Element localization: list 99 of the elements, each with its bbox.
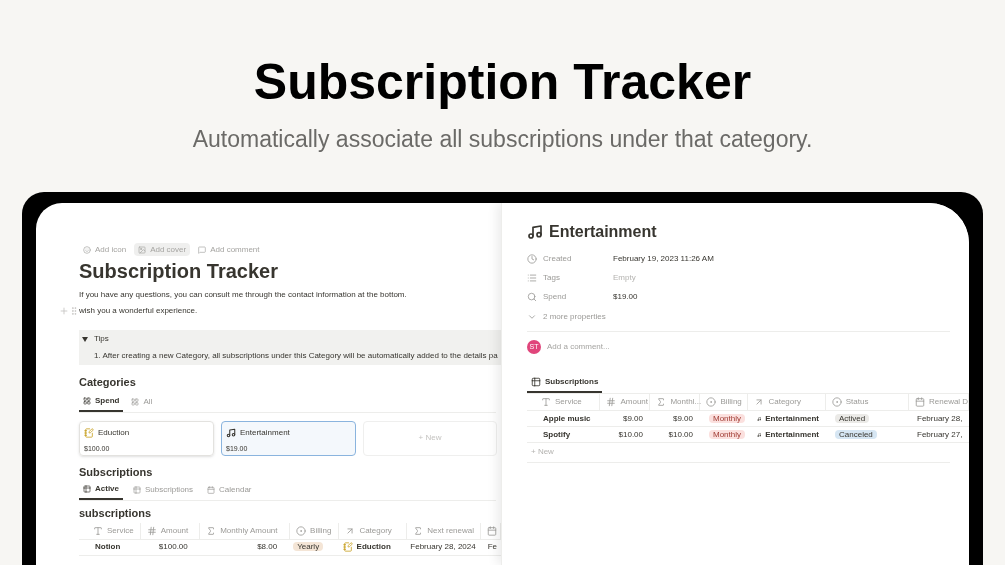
view-tab[interactable]: Spend: [79, 394, 124, 412]
hero-subtitle: Automatically associate all subscriptions under that category.: [192, 125, 813, 154]
circle-dot-icon: [706, 397, 717, 407]
column-header[interactable]: Billing: [310, 524, 332, 537]
column-header[interactable]: Service: [107, 524, 134, 537]
smiley-icon: [83, 245, 91, 254]
calendar-icon: [915, 397, 925, 407]
circle-dot-icon: [831, 397, 842, 407]
search-icon: [527, 292, 537, 302]
column-header[interactable]: Status: [845, 396, 869, 408]
text-type-icon: [93, 525, 103, 536]
page-title: Subscription Tracker: [79, 259, 279, 284]
calendar-icon: [487, 525, 497, 536]
table-cell: February 28,: [917, 413, 963, 423]
add-block-icon[interactable]: [59, 306, 69, 316]
view-tab[interactable]: Subscriptions: [129, 483, 198, 500]
view-tab[interactable]: All: [127, 394, 157, 412]
hero-title: Subscription Tracker: [253, 53, 752, 112]
column-header[interactable]: Category: [359, 524, 392, 537]
table-cell: $10.00: [668, 429, 693, 439]
new-row-button[interactable]: + New: [527, 446, 950, 463]
table-cell: February 27,: [917, 429, 963, 439]
page-action[interactable]: Add comment: [194, 243, 264, 256]
drag-handle-icon[interactable]: [69, 306, 79, 316]
status-tag: Actived: [835, 413, 870, 423]
column-header[interactable]: Billing: [720, 396, 742, 408]
table-cell[interactable]: Notion: [95, 542, 121, 551]
sigma-icon: [413, 525, 424, 536]
more-properties-link[interactable]: 2 more properties: [543, 311, 606, 323]
billing-tag: Monthly: [709, 413, 745, 423]
gallery-icon: [131, 397, 140, 406]
section-heading: Categories: [79, 375, 137, 390]
circle-dot-icon: [296, 525, 307, 536]
billing-tag: Yearly: [293, 542, 324, 551]
column-header[interactable]: Amount: [620, 396, 648, 408]
toggle-triangle-icon[interactable]: [82, 336, 88, 342]
table-cell: $10.00: [618, 429, 643, 439]
view-tab[interactable]: Calendar: [203, 483, 256, 500]
page-action[interactable]: Add cover: [134, 243, 191, 256]
page-action[interactable]: Add icon: [79, 243, 131, 256]
column-header[interactable]: Monthl...: [670, 396, 702, 408]
property-value[interactable]: Empty: [613, 272, 636, 284]
sigma-icon: [656, 397, 667, 407]
view-tab[interactable]: Subscriptions: [527, 376, 603, 393]
table-cell[interactable]: Spotify: [543, 429, 571, 439]
notepad-icon: [84, 427, 94, 438]
column-header[interactable]: Amount: [160, 524, 189, 537]
table-cell: $100.00: [158, 542, 188, 551]
hash-icon: [146, 525, 157, 536]
text-type-icon: [541, 397, 551, 407]
table-cell: $9.00: [622, 413, 643, 423]
comment-field[interactable]: Add a comment...: [547, 341, 610, 353]
hash-icon: [606, 397, 617, 407]
music-note-icon: [527, 224, 543, 240]
table-cell: $9.00: [672, 413, 693, 423]
card-title: Entertainment: [240, 426, 290, 439]
speech-bubble-icon: [198, 245, 207, 254]
paragraph: wish you a wonderful experience.: [79, 306, 199, 316]
chevron-down-icon: [527, 312, 537, 322]
paragraph: If you have any questions, you can consult me through the contact information at the bottom.: [79, 290, 408, 300]
property-name: Spend: [543, 291, 567, 303]
property-name: Created: [543, 253, 572, 265]
sigma-icon: [206, 525, 217, 536]
image-icon: [138, 245, 147, 254]
table-title: subscriptions: [79, 506, 153, 521]
table-cell[interactable]: Eduction: [356, 541, 391, 553]
notepad-icon: [342, 542, 353, 552]
list-icon: [527, 273, 537, 283]
music-note-icon: [226, 427, 236, 438]
table-cell: Fe: [487, 542, 497, 551]
table-cell[interactable]: Entertainment: [765, 428, 819, 441]
billing-tag: Monthly: [709, 429, 745, 439]
section-heading: Subscriptions: [79, 464, 154, 480]
clock-icon: [527, 254, 537, 264]
arrow-up-right-icon: [345, 525, 356, 536]
property-name: Tags: [543, 272, 560, 284]
arrow-up-right-icon: [754, 397, 765, 407]
property-value[interactable]: February 19, 2023 11:26 AM: [613, 253, 714, 265]
column-header[interactable]: Service: [555, 396, 582, 408]
calendar-icon: [207, 486, 216, 494]
column-header[interactable]: Monthly Amount: [220, 524, 278, 537]
table-icon: [133, 486, 141, 494]
column-header[interactable]: Renewal D: [929, 396, 969, 408]
column-header[interactable]: Next renewal: [427, 524, 474, 537]
column-header[interactable]: Category: [768, 396, 801, 408]
table-cell: February 28, 2024: [410, 542, 476, 551]
table-icon: [531, 377, 541, 387]
table-cell: $8.00: [257, 542, 278, 551]
gallery-icon: [83, 396, 91, 405]
property-value[interactable]: $19.00: [613, 291, 638, 303]
card-title: Eduction: [98, 426, 130, 439]
toggle-label[interactable]: Tips: [94, 333, 109, 345]
detail-title: Entertainment: [549, 222, 657, 242]
status-tag: Canceled: [835, 429, 877, 439]
view-tab[interactable]: Active: [79, 483, 123, 500]
tip-text: 1. After creating a new Category, all subscriptions under this Category will be automatically added to the details pa: [93, 350, 499, 362]
table-icon: [83, 485, 91, 493]
table-cell[interactable]: Apple music: [543, 413, 591, 423]
table-cell[interactable]: Entertainment: [765, 412, 819, 425]
